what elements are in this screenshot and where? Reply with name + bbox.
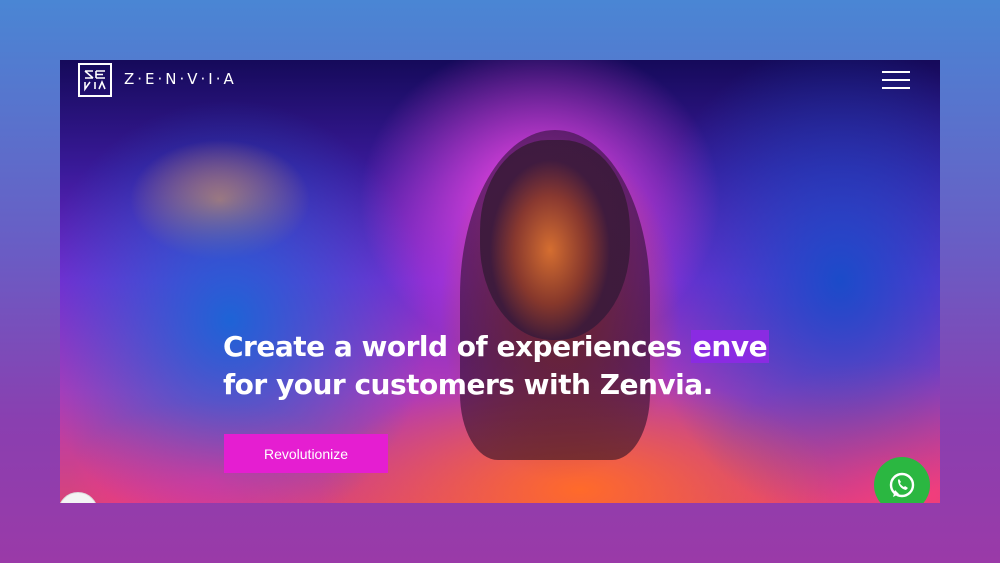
brand-name[interactable]: Z·E·N·V·I·A [124,70,237,88]
zenvia-logo-icon[interactable] [78,63,112,97]
headline-line-2: for your customers with Zenvia. [223,368,713,401]
revolutionize-button[interactable]: Revolutionize [224,434,388,473]
hero-section: Z·E·N·V·I·A Create a world of experience… [60,60,940,503]
top-navigation-bar: Z·E·N·V·I·A [60,60,940,100]
whatsapp-icon[interactable] [874,457,930,503]
chat-badge-icon[interactable] [60,492,98,503]
hamburger-menu-icon[interactable] [882,70,910,90]
headline-line-1: Create a world of experiences enve [223,328,770,366]
headline-typing-highlight: enve [690,330,770,363]
headline-text: Create a world of experiences [223,330,691,363]
hero-image-face [480,140,630,340]
hero-headline: Create a world of experiences enve for y… [223,328,770,404]
